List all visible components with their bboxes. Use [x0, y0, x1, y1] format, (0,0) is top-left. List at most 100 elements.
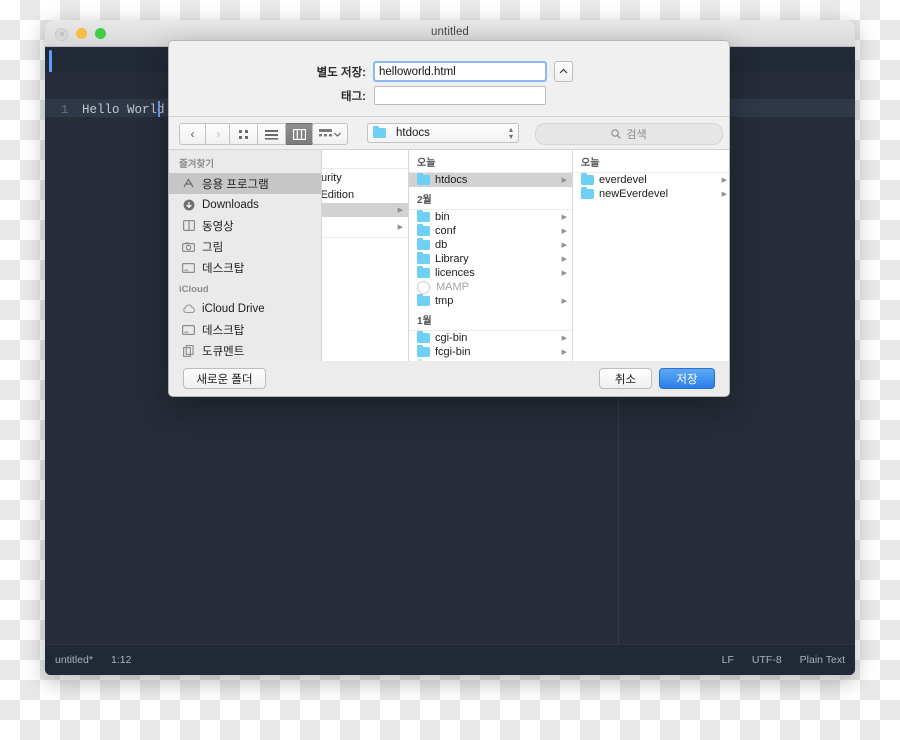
chevron-left-icon[interactable]: ‹	[179, 123, 206, 145]
column1-row-developer-edition[interactable]: loperEdition	[322, 186, 408, 203]
disclosure-arrow-icon: ▶	[561, 335, 567, 342]
browser-column-3[interactable]: 오늘 everdevel ▶ newEverdevel ▶	[573, 150, 729, 363]
view-mode-buttons	[229, 123, 314, 145]
column1-row-security[interactable]: Security	[322, 169, 408, 186]
pictures-icon	[181, 241, 196, 252]
disclosure-arrow-icon: ▶	[397, 224, 403, 231]
file-row-label: MAMP	[436, 281, 469, 293]
file-row-tmp[interactable]: tmp ▶	[409, 293, 572, 308]
status-syntax[interactable]: Plain Text	[800, 654, 845, 666]
sidebar-item-label: 동영상	[202, 220, 234, 233]
line-number: 1	[61, 103, 69, 117]
file-row-label: Library	[435, 253, 469, 265]
file-row-newEverdevel[interactable]: newEverdevel ▶	[573, 186, 729, 201]
status-encoding[interactable]: UTF-8	[752, 654, 782, 666]
group-header-today: 오늘	[573, 150, 729, 173]
navigation-buttons: ‹ ›	[179, 123, 232, 145]
folder-icon	[417, 209, 430, 222]
new-folder-button[interactable]: 새로운 폴더	[183, 368, 266, 389]
file-row-label: licences	[435, 267, 475, 279]
chevron-up-icon[interactable]	[554, 61, 573, 82]
cancel-button[interactable]: 취소	[599, 368, 652, 389]
file-row-conf[interactable]: conf ▶	[409, 223, 572, 238]
disclosure-arrow-icon: ▶	[721, 177, 727, 184]
browser-column-2[interactable]: 오늘 htdocs ▶ 2월 bin ▶ conf ▶ db ▶ Library…	[409, 150, 573, 363]
disclosure-arrow-icon: ▶	[561, 298, 567, 305]
status-line-ending[interactable]: LF	[722, 654, 734, 666]
folder-icon	[417, 251, 430, 264]
disclosure-arrow-icon: ▶	[397, 207, 403, 214]
save-button[interactable]: 저장	[659, 368, 715, 389]
file-row-mamp[interactable]: MAMP	[409, 280, 572, 294]
list-view-icon[interactable]	[258, 123, 286, 145]
folder-icon	[581, 172, 594, 185]
save-dialog-header: 별도 저장: 태그:	[169, 41, 729, 117]
file-row-htdocs[interactable]: htdocs ▶	[409, 172, 572, 187]
disclosure-arrow-icon: ▶	[561, 228, 567, 235]
file-row-fcgi-bin[interactable]: fcgi-bin ▶	[409, 344, 572, 359]
folder-icon	[417, 223, 430, 236]
search-input[interactable]: 검색	[535, 123, 723, 145]
tags-row: 태그:	[169, 86, 729, 105]
disclosure-arrow-icon: ▶	[561, 242, 567, 249]
applications-icon	[181, 178, 196, 189]
group-header-january: 1월	[409, 308, 572, 331]
browser-column-1[interactable]: Security loperEdition ▶ ▶	[322, 150, 409, 363]
movies-icon	[181, 220, 196, 231]
file-row-licences[interactable]: licences ▶	[409, 265, 572, 280]
sidebar-section-favorites-header: 즐겨찾기	[179, 159, 214, 170]
sidebar-item-pictures[interactable]: 그림	[169, 236, 321, 257]
sidebar-item-label: iCloud Drive	[202, 302, 265, 315]
grid-view-icon[interactable]	[229, 123, 258, 145]
sidebar-item-documents[interactable]: 도큐멘트	[169, 340, 321, 361]
file-row-label: tmp	[435, 295, 454, 307]
file-row-library[interactable]: Library ▶	[409, 251, 572, 266]
sidebar-item-applications[interactable]: 응용 프로그램	[169, 173, 321, 194]
sidebar-item-label: 응용 프로그램	[202, 178, 269, 191]
status-cursor-position[interactable]: 1:12	[111, 654, 131, 666]
file-row-label: db	[435, 239, 448, 251]
documents-icon	[181, 344, 196, 357]
save-as-label: 별도 저장:	[316, 66, 366, 79]
status-filename: untitled*	[55, 654, 93, 666]
group-by-icon[interactable]	[312, 123, 348, 145]
column1-row-next[interactable]: ▶	[322, 217, 408, 238]
disclosure-arrow-icon: ▶	[561, 256, 567, 263]
sidebar-item-movies[interactable]: 동영상	[169, 215, 321, 236]
sidebar-item-downloads[interactable]: Downloads	[169, 194, 321, 215]
column-view-icon[interactable]	[286, 123, 314, 145]
dialog-toolbar: ‹ › htdocs ▴ ▾ 검색	[169, 117, 729, 150]
file-row-everdevel[interactable]: everdevel ▶	[573, 172, 729, 187]
location-popup-button[interactable]: htdocs ▴ ▾	[367, 123, 519, 143]
text-caret	[158, 101, 160, 117]
chevron-down-icon	[334, 132, 341, 137]
file-row-label: fcgi-bin	[435, 346, 471, 358]
sidebar-item-label: 그림	[202, 241, 224, 254]
updown-stepper-icon: ▴ ▾	[508, 125, 513, 141]
editor-statusbar: untitled* 1:12 LF UTF-8 Plain Text	[45, 644, 855, 675]
file-row-db[interactable]: db ▶	[409, 237, 572, 252]
location-name: htdocs	[396, 127, 430, 139]
file-row-label: conf	[435, 225, 456, 237]
folder-icon	[417, 293, 430, 306]
filename-input[interactable]	[373, 61, 547, 82]
sidebar-item-desktop[interactable]: 데스크탑	[169, 257, 321, 278]
column1-row-selected[interactable]: ▶	[322, 203, 408, 217]
file-row-bin[interactable]: bin ▶	[409, 209, 572, 224]
sidebar-item-label: 데스크탑	[202, 324, 245, 337]
file-row-cgi-bin[interactable]: cgi-bin ▶	[409, 330, 572, 345]
file-row-label: everdevel	[599, 174, 647, 186]
dialog-footer: 새로운 폴더 취소 저장	[169, 361, 729, 396]
sidebar-section-icloud-header: iCloud	[179, 284, 209, 295]
sidebar-item-label: Downloads	[202, 198, 259, 211]
column1-label: Security	[322, 171, 342, 184]
sidebar-item-icloud-desktop[interactable]: 데스크탑	[169, 319, 321, 340]
tags-input[interactable]	[374, 86, 546, 105]
sidebar-item-icloud-drive[interactable]: iCloud Drive	[169, 298, 321, 319]
column1-label: loperEdition	[322, 188, 355, 201]
file-row-label: htdocs	[435, 174, 468, 186]
tags-label: 태그:	[341, 90, 366, 103]
disclosure-arrow-icon: ▶	[721, 191, 727, 198]
folder-icon	[373, 125, 386, 138]
sidebar-item-label: 데스크탑	[202, 262, 245, 275]
